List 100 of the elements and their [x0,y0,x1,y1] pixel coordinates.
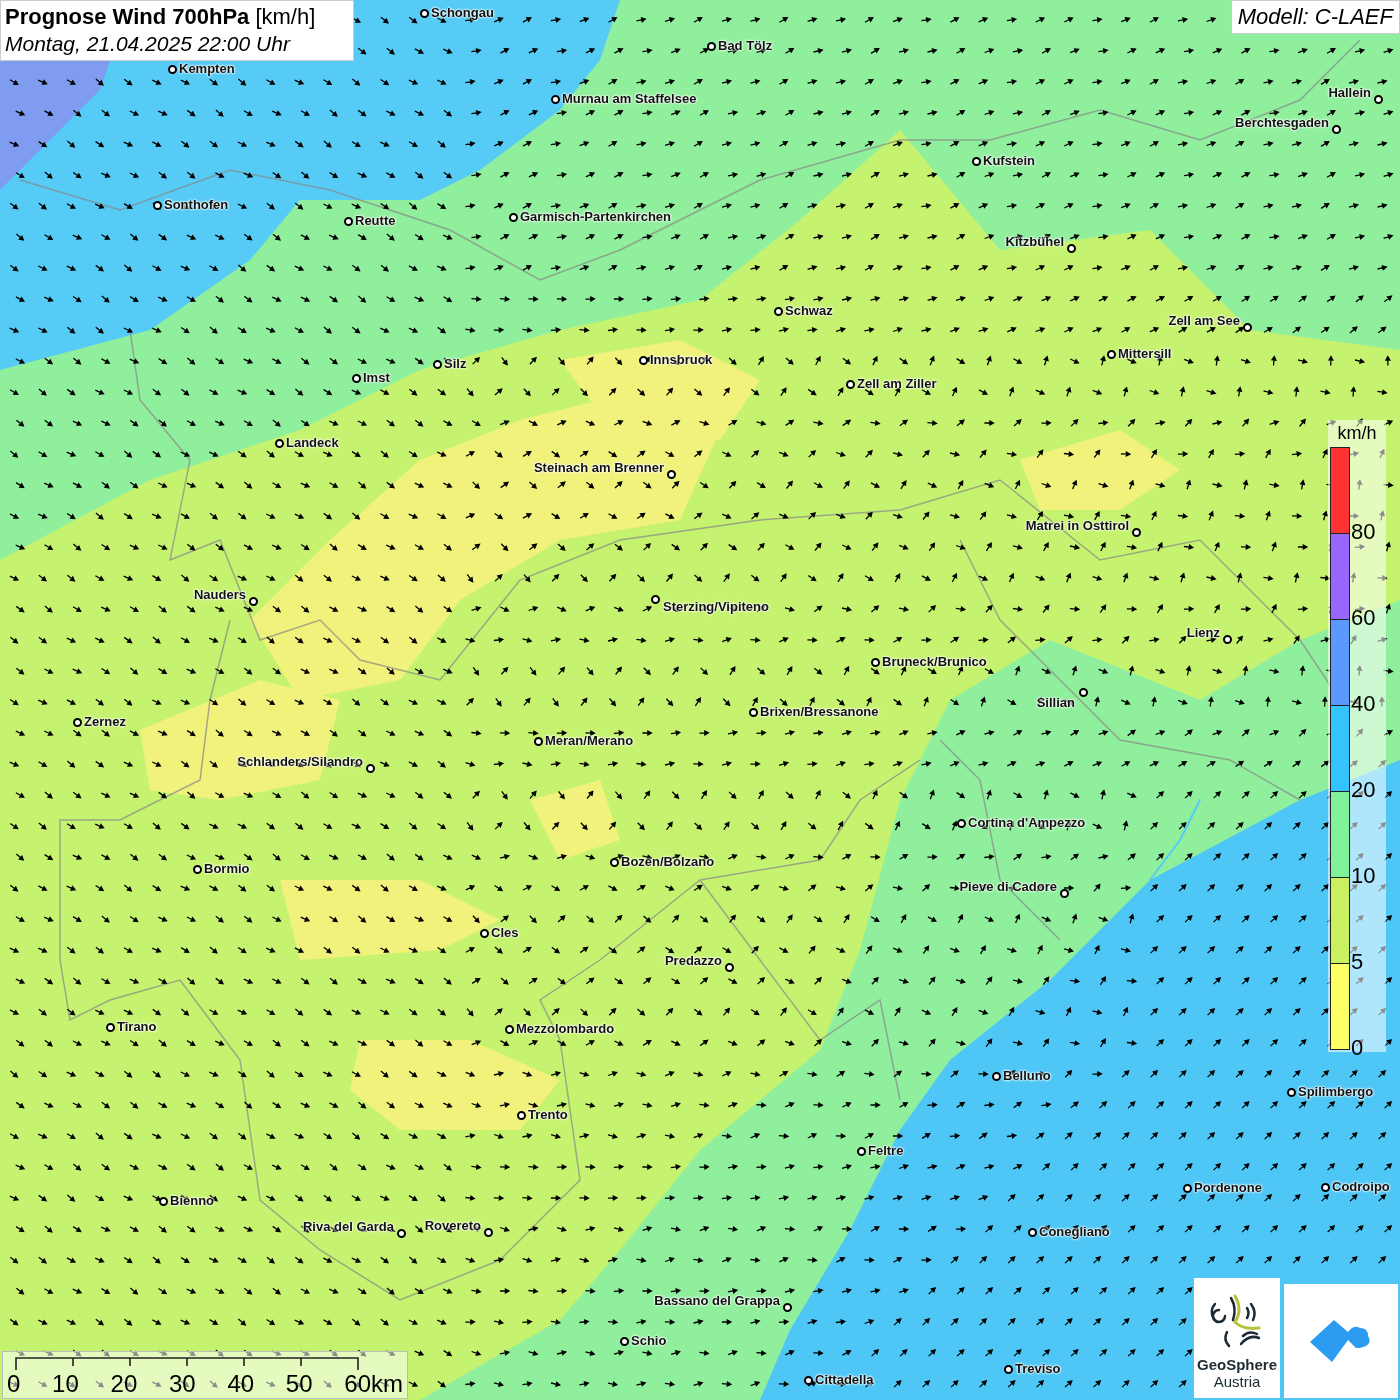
city-label: Berchtesgaden [1235,115,1329,130]
city-marker-icon [551,95,560,104]
city-marker-icon [610,858,619,867]
city-label: Steinach am Brenner [533,460,664,475]
city-marker-icon [484,1228,493,1237]
city-label: Brixen/Bressanone [760,704,879,719]
model-label: Modell: C-LAEF [1230,0,1400,34]
city-marker-icon [505,1025,514,1034]
legend-value: 80 [1351,519,1376,545]
city-label: Codroipo [1332,1179,1390,1194]
city-marker-icon [667,470,676,479]
city-marker-icon [344,217,353,226]
city-marker-icon [1067,244,1076,253]
city-marker-icon [352,374,361,383]
city-label: Rovereto [424,1218,481,1233]
city-marker-icon [1374,95,1383,104]
city-marker-icon [857,1147,866,1156]
city-marker-icon [480,929,489,938]
city-label: Tirano [117,1019,157,1034]
city-marker-icon [193,865,202,874]
scale-label: 40 [227,1371,255,1397]
forecast-date: Montag, 21.04.2025 22:00 Uhr [5,32,292,56]
city-label: Kempten [179,61,235,76]
city-label: Cles [491,925,519,940]
city-label: Sonthofen [164,197,229,212]
scale-label: 20 [110,1371,138,1397]
map-title: Prognose Wind 700hPa [km/h] [5,4,317,30]
city-label: Feltre [868,1143,904,1158]
city-marker-icon [517,1111,526,1120]
scale-ruler-icon [15,1357,360,1371]
city-marker-icon [1243,323,1252,332]
city-label: Hallein [1328,85,1371,100]
city-label: Pieve di Cadore [959,879,1057,894]
city-label: Bozen/Bolzano [621,854,715,869]
city-marker-icon [749,708,758,717]
city-label: Pordenone [1194,1180,1262,1195]
city-label: Bienno [170,1193,215,1208]
city-label: Kitzbühel [1005,234,1064,249]
city-marker-icon [804,1376,813,1385]
legend-value: 20 [1351,777,1376,803]
city-marker-icon [620,1337,629,1346]
city-label: Trento [528,1107,568,1122]
city-marker-icon [992,1072,1001,1081]
city-marker-icon [1107,350,1116,359]
city-marker-icon [159,1197,168,1206]
legend-value: 10 [1351,863,1376,889]
legend-value: 0 [1351,1035,1364,1061]
legend-unit: km/h [1336,422,1378,445]
city-label: Silz [444,356,467,371]
city-label: Zernez [84,714,126,729]
city-marker-icon [153,201,162,210]
scale-label: 50 [285,1371,313,1397]
city-label: Conegliano [1039,1224,1110,1239]
city-label: Belluno [1003,1068,1051,1083]
city-marker-icon [1060,889,1069,898]
city-marker-icon [639,356,648,365]
city-label: Innsbruck [650,352,713,367]
city-label: Mezzolombardo [516,1021,615,1036]
city-marker-icon [1028,1228,1037,1237]
city-marker-icon [433,360,442,369]
scale-label: 30 [168,1371,196,1397]
city-marker-icon [871,658,880,667]
scale-label: 10 [52,1371,79,1397]
city-marker-icon [1332,125,1341,134]
city-label: Garmisch-Partenkirchen [520,209,671,224]
city-label: Spilimbergo [1298,1084,1374,1099]
city-marker-icon [725,963,734,972]
city-label: Zell am Ziller [857,376,937,391]
city-label: Landeck [286,435,339,450]
city-label: Mittersill [1118,346,1172,361]
city-marker-icon [249,597,258,606]
city-label: Imst [363,370,390,385]
city-marker-icon [707,42,716,51]
city-label: Kufstein [983,153,1035,168]
city-label: Nauders [193,587,246,602]
city-label: Matrei in Osttirol [1025,518,1129,533]
city-marker-icon [534,737,543,746]
city-label: Meran/Merano [545,733,634,748]
city-label: Schwaz [785,303,833,318]
city-marker-icon [1004,1365,1013,1374]
city-marker-icon [972,157,981,166]
city-marker-icon [1183,1184,1192,1193]
logo-subtitle: Austria [1213,1373,1261,1390]
city-marker-icon [106,1023,115,1032]
city-label: Sillian [1036,695,1075,710]
legend-value: 60 [1351,605,1376,631]
city-label: Murnau am Staffelsee [562,91,697,106]
city-marker-icon [73,718,82,727]
city-marker-icon [651,595,660,604]
legend-value: 5 [1351,949,1364,975]
city-label: Reutte [355,213,396,228]
city-label: Schlanders/Silandro [237,754,363,769]
city-marker-icon [783,1303,792,1312]
city-marker-icon [1223,635,1232,644]
city-label: Predazzo [664,953,722,968]
city-marker-icon [1321,1183,1330,1192]
city-marker-icon [366,764,375,773]
city-marker-icon [420,9,429,18]
legend-value: 40 [1351,691,1376,717]
scale-label: 60km [344,1371,403,1397]
